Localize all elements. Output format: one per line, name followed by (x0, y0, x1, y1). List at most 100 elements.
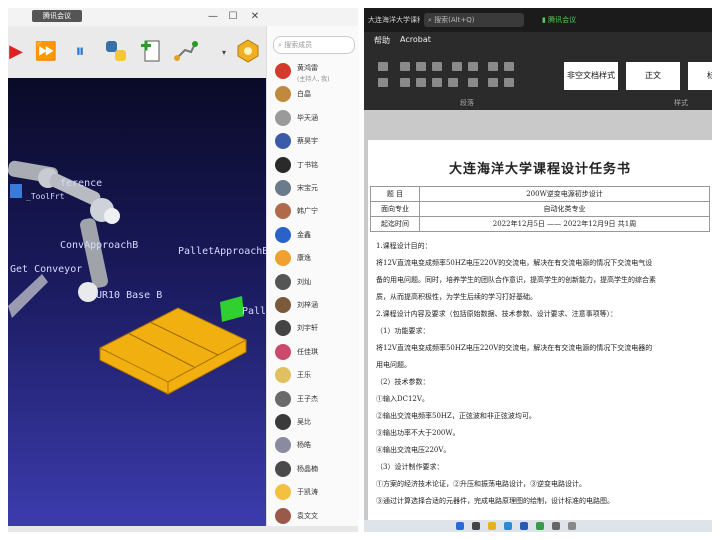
style-normal[interactable]: 正文 (626, 62, 680, 90)
conv-approach-label: ConvApproachB (60, 240, 139, 251)
word-title-bar: 大连海洋大学课程设计任务书.docx ⌕ 搜索(Alt+Q) ▮ 腾讯会议 (364, 8, 712, 32)
align-right-icon[interactable] (432, 78, 442, 87)
participant-item[interactable]: 蔡昊宇 (273, 130, 357, 152)
table-cell: 面向专业 (370, 201, 420, 217)
avatar (275, 320, 291, 337)
participant-item[interactable]: 于凯涛 (273, 481, 357, 503)
simulator-toolbar: ▶ ⏩ ⏸ ▾ (8, 26, 266, 79)
participant-item[interactable]: 杨皓 (273, 434, 357, 456)
participant-name: 吴比 (297, 418, 311, 426)
align-left-icon[interactable] (400, 78, 410, 87)
target-box (220, 296, 244, 322)
participant-name: 毕天涵 (297, 113, 318, 122)
title-bar: 腾讯会议 — ☐ ✕ (8, 8, 358, 26)
maximize-button[interactable]: ☐ (226, 10, 240, 24)
meeting-app-icon[interactable] (536, 522, 544, 530)
participant-item[interactable]: 韩广宁 (273, 200, 357, 222)
pause-icon[interactable]: ⏸ (66, 38, 94, 66)
align-center-icon[interactable] (416, 78, 426, 87)
participant-item[interactable]: 王乐 (273, 364, 357, 386)
doc-paragraph: 将12V直流电变成频率50HZ电压220V的交流电，解决在有交流电源的情况下交流… (376, 259, 653, 267)
ribbon: 非空文档样式 正文 标题 段落 样式 (364, 48, 712, 111)
avatar (275, 250, 291, 267)
multilevel-list-icon[interactable] (432, 62, 442, 71)
close-button[interactable]: ✕ (248, 10, 262, 24)
search-icon[interactable] (472, 522, 480, 530)
app-icon[interactable] (568, 522, 576, 530)
start-icon[interactable] (456, 522, 464, 530)
participant-item[interactable]: 王子杰 (273, 388, 357, 410)
run-icon[interactable]: ▶ (2, 38, 30, 66)
ribbon-tabs: 帮助 Acrobat (364, 32, 712, 48)
participant-item[interactable]: 白皛 (273, 83, 357, 105)
doc-paragraph: 质，从而提高积极性，为学生后续的学习打好基础。 (376, 293, 537, 301)
participant-item[interactable]: 金鑫 (273, 224, 357, 246)
avatar (275, 133, 291, 150)
table-row: 面向专业 自动化类专业 (370, 201, 710, 217)
sort-icon[interactable] (488, 62, 498, 71)
document-title: 大连海洋大学课程设计任务书.docx (368, 16, 420, 24)
doc-paragraph: ②输出交流电频率50HZ，正弦波和非正弦波均可。 (376, 412, 536, 420)
simulation-viewport[interactable]: ference _ToolFrt ConvApproachB PalletApp… (8, 78, 266, 528)
style-nonempty[interactable]: 非空文档样式 (564, 62, 618, 90)
doc-paragraph: ①输入DC12V。 (376, 395, 429, 403)
path-icon[interactable] (172, 38, 200, 66)
dropdown-icon[interactable]: ▾ (222, 48, 226, 57)
meeting-status-badge: ▮ 腾讯会议 (542, 16, 577, 24)
participant-item[interactable]: 宋宝元 (273, 177, 357, 199)
format-icon[interactable] (378, 78, 388, 87)
participant-item[interactable]: 刘宇轩 (273, 317, 357, 339)
participant-name: 王乐 (297, 371, 311, 380)
edge-icon[interactable] (504, 522, 512, 530)
line-spacing-icon[interactable] (468, 78, 478, 87)
document-page[interactable]: 大连海洋大学课程设计任务书 题 目 200W逆变电源初步设计 面向专业 自动化类… (368, 140, 712, 520)
tab-help[interactable]: 帮助 (374, 35, 390, 46)
participant-item[interactable]: 杨晶楠 (273, 458, 357, 480)
doc-paragraph: 备的用电问题。同时，培养学生的团队合作意识，提高学生的创新能力，提高学生的综合素 (376, 276, 656, 284)
file-explorer-icon[interactable] (488, 522, 496, 530)
participant-name: 任佳琪 (297, 347, 318, 356)
participant-search-input[interactable]: ⌕ 搜索成员 (273, 36, 355, 54)
participant-list: ⌕ 搜索成员 黄鸿雷 (主持人, 我) 白皛 毕天涵 蔡昊宇 丁书铭 宋宝元 韩广宁 金鑫 康逸刘… (266, 26, 359, 532)
word-search-box[interactable]: ⌕ 搜索(Alt+Q) (424, 13, 524, 27)
meeting-badge[interactable]: 腾讯会议 (32, 10, 82, 22)
add-program-icon[interactable] (138, 38, 166, 66)
justify-icon[interactable] (448, 78, 458, 87)
participant-item[interactable]: 袁文文 (273, 505, 357, 527)
settings-icon[interactable] (234, 38, 262, 66)
increase-indent-icon[interactable] (468, 62, 478, 71)
doc-paragraph: ①方案的经济技术论证，②升压和振荡电路设计，③逆变电路设计。 (376, 480, 586, 488)
paragraph-group-label: 段落 (460, 99, 474, 107)
participant-item[interactable]: 毕天涵 (273, 107, 357, 129)
participant-item[interactable]: 黄鸿雷 (主持人, 我) (273, 60, 357, 83)
doc-paragraph: ④输出交流电压220V。 (376, 446, 451, 454)
avatar (275, 484, 291, 501)
participant-item[interactable]: 刘灿 (273, 271, 357, 293)
minimize-button[interactable]: — (206, 10, 220, 24)
python-icon[interactable] (102, 38, 130, 66)
style-heading[interactable]: 标题 (688, 62, 712, 90)
format-icon[interactable] (378, 62, 388, 71)
participant-item[interactable]: 任佳琪 (273, 341, 357, 363)
avatar (275, 437, 291, 454)
shading-icon[interactable] (488, 78, 498, 87)
doc-paragraph: 1.课程设计目的： (376, 242, 432, 250)
fast-forward-icon[interactable]: ⏩ (32, 38, 60, 66)
participant-item[interactable]: 刘梓涵 (273, 294, 357, 316)
numbered-list-icon[interactable] (416, 62, 426, 71)
table-cell: 题 目 (370, 186, 420, 202)
app-icon[interactable] (552, 522, 560, 530)
participant-item[interactable]: 吴比 (273, 411, 357, 433)
paragraph-marks-icon[interactable] (504, 62, 514, 71)
avatar (275, 109, 291, 126)
participant-item[interactable]: 丁书铭 (273, 154, 357, 176)
avatar (275, 390, 291, 407)
bullet-list-icon[interactable] (400, 62, 410, 71)
tab-acrobat[interactable]: Acrobat (400, 35, 431, 44)
word-icon[interactable] (520, 522, 528, 530)
search-placeholder: 搜索成员 (284, 41, 313, 49)
borders-icon[interactable] (504, 78, 514, 87)
avatar (275, 297, 291, 313)
decrease-indent-icon[interactable] (452, 62, 462, 71)
participant-item[interactable]: 康逸 (273, 247, 357, 269)
